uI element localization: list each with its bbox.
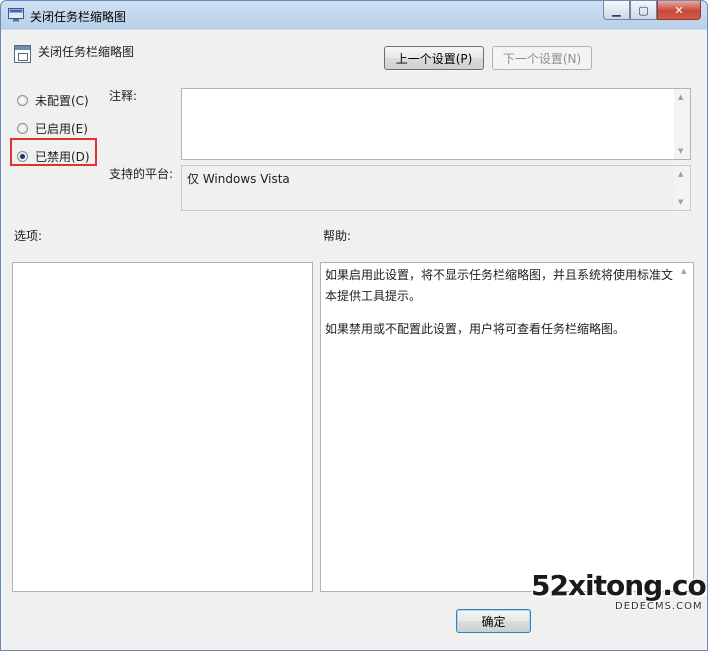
watermark-sub-text: DEDECMS.COM (615, 601, 703, 612)
policy-dialog-window: 关闭任务栏缩略图 ▁ ▢ ✕ 关闭任务栏缩略图 上一个设置(P) 下一个设置(N… (0, 0, 708, 651)
comment-label: 注释: (109, 89, 138, 103)
scroll-up-icon[interactable]: ▲ (678, 93, 683, 101)
platform-scrollbar[interactable]: ▲ ▼ (674, 166, 690, 210)
help-text-line: 如果禁用或不配置此设置，用户将可查看任务栏缩略图。 (325, 322, 626, 336)
title-bar[interactable]: 关闭任务栏缩略图 ▁ ▢ ✕ (1, 1, 707, 30)
previous-setting-button[interactable]: 上一个设置(P) (384, 46, 484, 70)
next-setting-button[interactable]: 下一个设置(N) (492, 46, 592, 70)
scroll-up-icon[interactable]: ▲ (681, 267, 686, 275)
scroll-down-icon[interactable]: ▼ (678, 147, 683, 155)
group-policy-icon (8, 8, 24, 22)
policy-setting-icon (14, 45, 31, 63)
dialog-body: 关闭任务栏缩略图 上一个设置(P) 下一个设置(N) 未配置(C) 已启用(E)… (1, 30, 707, 650)
help-text-line: 如果启用此设置，将不显示任务栏缩略图，并且系统将使用标准文 (325, 268, 674, 282)
radio-label: 未配置(C) (35, 94, 89, 108)
radio-circle[interactable] (17, 123, 28, 134)
options-panel[interactable] (12, 262, 313, 592)
help-panel[interactable]: 如果启用此设置，将不显示任务栏缩略图，并且系统将使用标准文 本提供工具提示。 如… (320, 262, 694, 592)
help-label: 帮助: (323, 229, 352, 243)
comment-scrollbar[interactable]: ▲ ▼ (674, 89, 690, 159)
scroll-up-icon[interactable]: ▲ (678, 170, 683, 178)
highlight-annotation-box (10, 138, 97, 166)
supported-platform-label: 支持的平台: (109, 167, 174, 181)
ok-button[interactable]: 确定 (456, 609, 531, 633)
watermark-main-text: 52xitong.com (531, 569, 707, 602)
radio-enabled[interactable]: 已启用(E) (17, 120, 88, 137)
radio-label: 已启用(E) (35, 122, 88, 136)
help-text-line: 本提供工具提示。 (325, 289, 422, 303)
options-label: 选项: (14, 229, 43, 243)
maximize-button[interactable]: ▢ (630, 1, 657, 20)
site-watermark: 52xitong.com DEDECMS.COM (531, 569, 707, 612)
scroll-down-icon[interactable]: ▼ (678, 198, 683, 206)
supported-platform-field: 仅 Windows Vista ▲ ▼ (181, 165, 691, 211)
radio-circle[interactable] (17, 95, 28, 106)
help-scrollbar[interactable]: ▲ ▼ (677, 263, 693, 591)
window-title: 关闭任务栏缩略图 (30, 10, 127, 24)
window-controls: ▁ ▢ ✕ (603, 1, 701, 21)
comment-textarea[interactable]: ▲ ▼ (181, 88, 691, 160)
policy-name: 关闭任务栏缩略图 (38, 45, 135, 59)
radio-not-configured[interactable]: 未配置(C) (17, 92, 89, 109)
minimize-button[interactable]: ▁ (603, 1, 630, 20)
supported-platform-value: 仅 Windows Vista (187, 172, 290, 186)
close-button[interactable]: ✕ (657, 1, 701, 20)
